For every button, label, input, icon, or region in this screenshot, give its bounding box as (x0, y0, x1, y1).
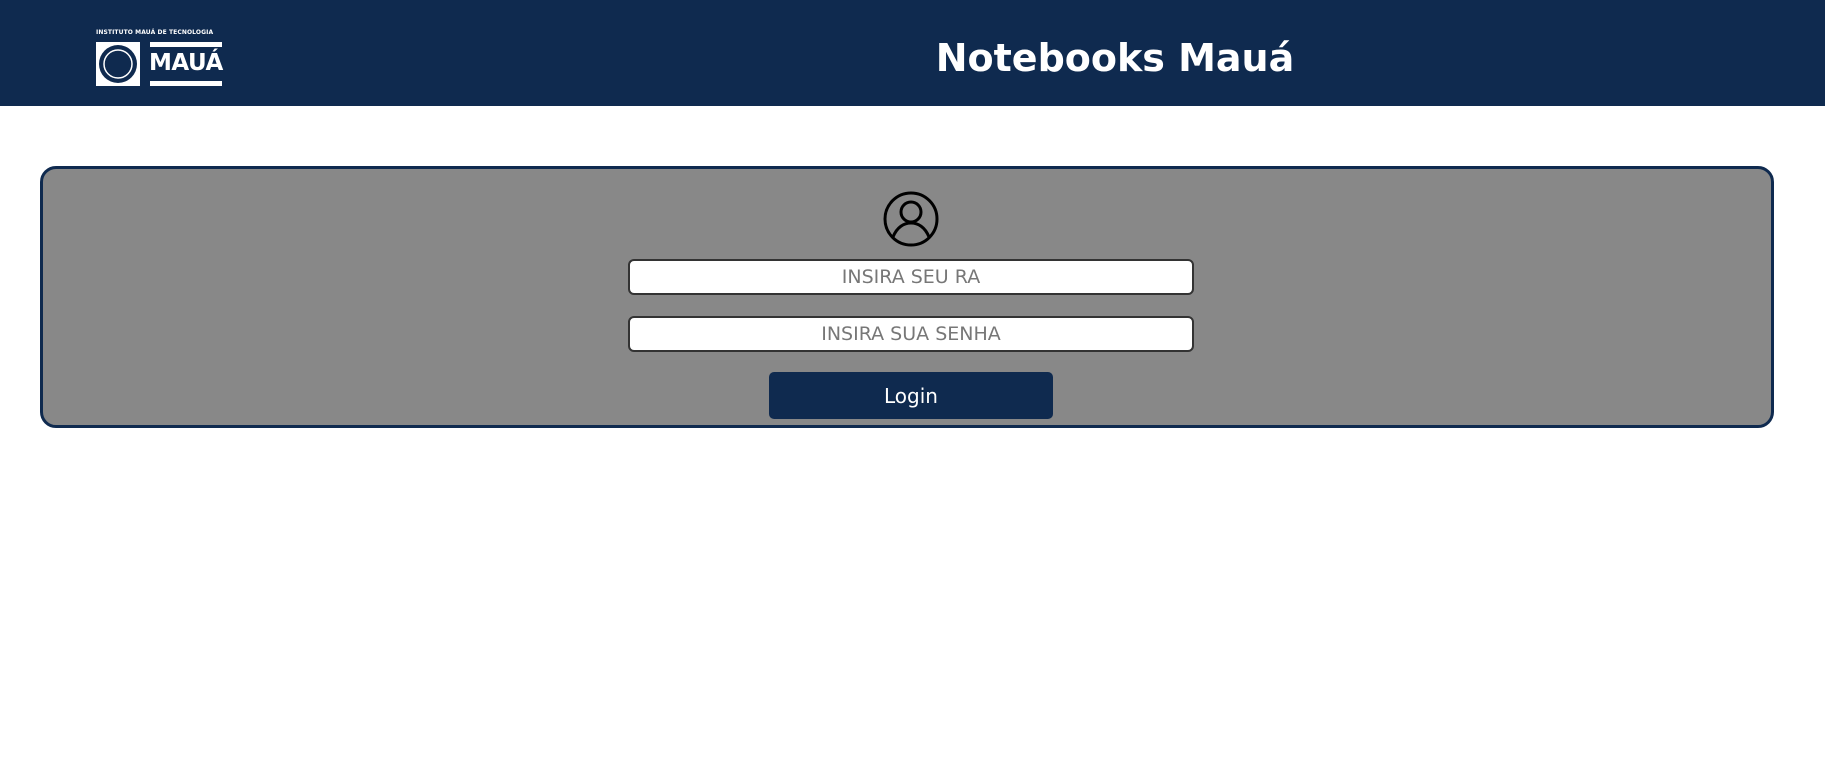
logo-caption: INSTITUTO MAUÁ DE TECNOLOGIA (96, 29, 214, 36)
ra-input[interactable] (628, 259, 1194, 295)
user-circle-icon (883, 191, 939, 247)
logo-wordmark: MAUÁ (149, 50, 223, 76)
login-card: Login (40, 166, 1774, 428)
top-header: INSTITUTO MAUÁ DE TECNOLOGIA MAUÁ Notebo… (0, 0, 1825, 106)
page-title: Notebooks Mauá (935, 36, 1295, 80)
login-button[interactable]: Login (769, 372, 1053, 419)
logo-bar-bottom (150, 81, 222, 86)
logo-mark-icon (96, 42, 140, 86)
logo-bar-top (150, 42, 222, 47)
maua-logo[interactable]: INSTITUTO MAUÁ DE TECNOLOGIA MAUÁ (96, 29, 223, 87)
password-input[interactable] (628, 316, 1194, 352)
